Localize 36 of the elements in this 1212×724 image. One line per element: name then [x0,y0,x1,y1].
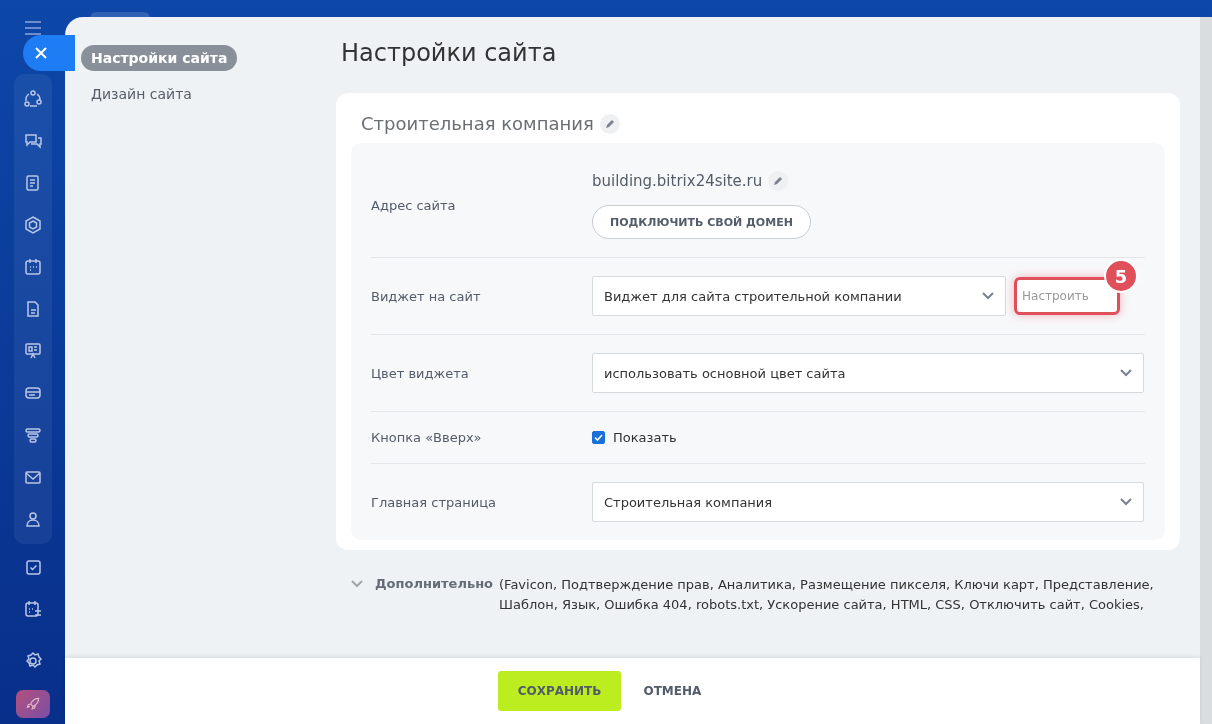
hexagon-icon[interactable] [22,214,43,236]
save-button[interactable]: СОХРАНИТЬ [497,671,622,711]
step-badge: 5 [1104,259,1138,293]
page-title: Настройки сайта [341,39,558,67]
site-name: Строительная компания [361,113,594,134]
more-details: (Favicon, Подтверждение прав, Аналитика, Размещение пикселя, Ключи карт, Представление, Шаблон, Язык, Ошибка 404, robots.txt, Ускорение сайта, HTML, CSS, Отключить сайт, Cookies, [499,576,1155,614]
schedule-icon[interactable] [22,598,43,620]
select-field[interactable]: использовать основной цвет сайта [592,353,1144,393]
checkbox[interactable] [592,431,605,444]
site-address: building.bitrix24site.ru [592,172,763,190]
field-label: Цвет виджета [371,365,470,381]
nodes-icon[interactable] [22,88,43,110]
chevron-icon [981,291,995,301]
chevron-icon [351,579,363,588]
menu-icon[interactable] [23,20,42,36]
select-field[interactable]: Строительная компания [592,482,1144,522]
field-label: Кнопка «Вверх» [371,430,483,445]
field-label: Адрес сайта [371,197,457,213]
pencil-icon[interactable] [599,113,620,134]
pencil-icon[interactable] [768,171,789,191]
more-toggle[interactable]: Дополнительно [351,576,494,591]
field-label: Виджет на сайт [371,288,482,304]
chevron-icon [1119,497,1133,507]
select-field[interactable]: Виджет для сайта строительной компании [592,276,1006,316]
close-icon [34,46,48,60]
menu-item[interactable]: Дизайн сайта [81,81,202,107]
connect-domain-button[interactable]: ПОДКЛЮЧИТЬ СВОЙ ДОМЕН [592,205,811,239]
calendar-icon[interactable] [22,256,43,278]
rocket-button[interactable] [15,690,50,718]
cancel-button[interactable]: ОТМЕНА [637,683,708,699]
scrollbar[interactable] [1200,17,1212,724]
checkbox-label: Показать [613,430,677,445]
chevron-icon [1119,368,1133,378]
field-label: Главная страница [371,494,497,510]
rocket-icon [24,696,41,712]
close-button[interactable] [23,35,75,71]
